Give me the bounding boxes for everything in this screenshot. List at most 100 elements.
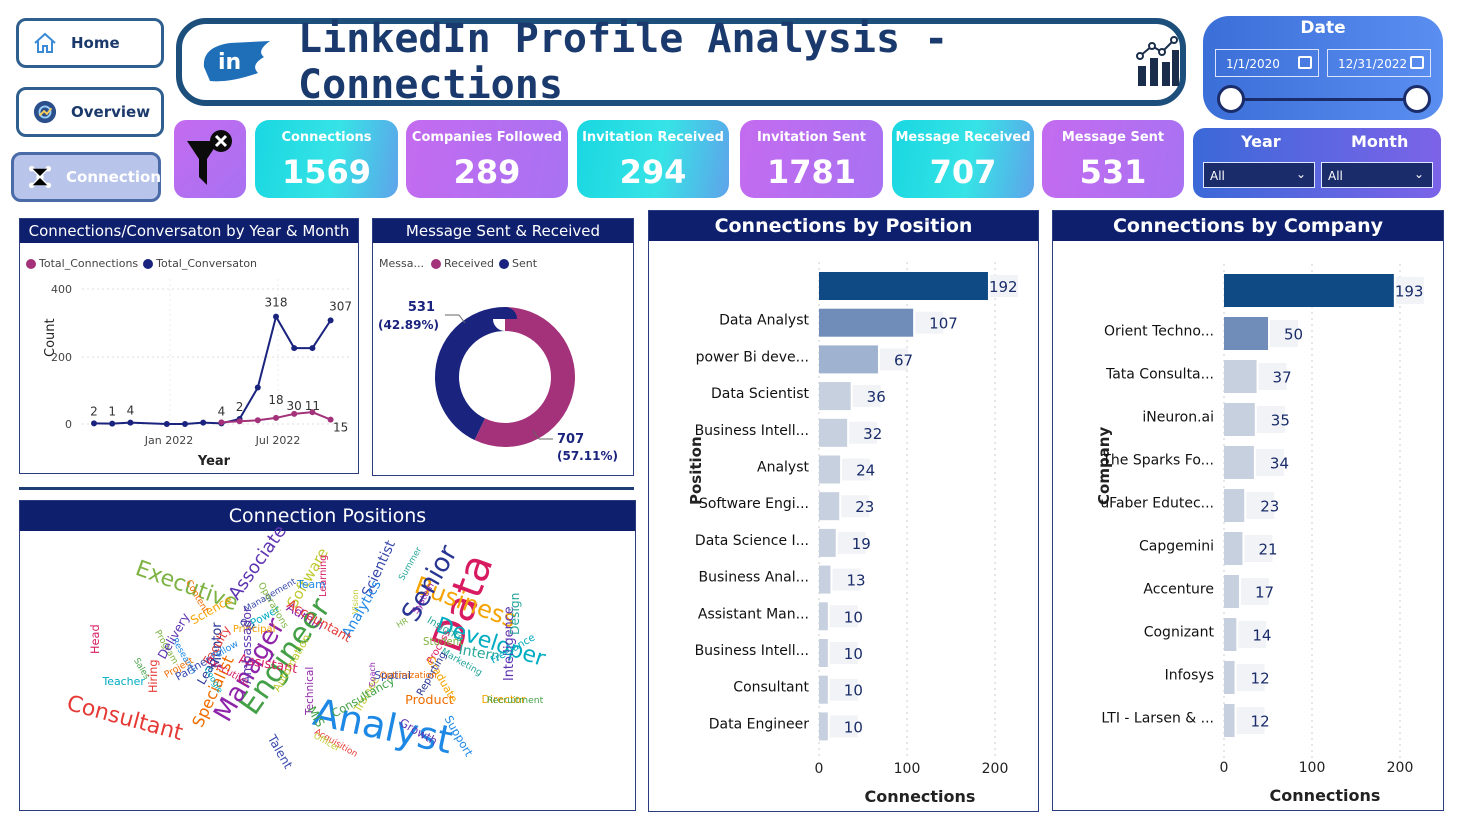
bar <box>819 602 828 631</box>
kpi-card-connections: Connections 1569 <box>255 120 398 198</box>
sent-pct-label: (42.89%) <box>378 318 439 332</box>
bar <box>819 455 841 484</box>
month-dropdown[interactable]: All ⌄ <box>1321 162 1433 188</box>
category-label: Data Science I... <box>695 533 809 549</box>
cloud-word: Vision <box>350 589 361 614</box>
calendar-icon[interactable] <box>1298 56 1312 69</box>
bar <box>1224 274 1394 307</box>
donut-panel: Message Sent & Received Messa... Receive… <box>372 218 634 476</box>
value-label: 12 <box>1251 713 1270 731</box>
point-label: 2 <box>236 400 244 414</box>
year-month-slicer: Year Month All ⌄ All ⌄ <box>1193 128 1441 198</box>
category-label: Data Engineer <box>709 716 809 732</box>
cloud-word: Consultant <box>64 691 186 747</box>
line-chart: Count 400 200 0 Jan 2022 Jul 2022 Year 2… <box>43 279 352 469</box>
point-label: 11 <box>305 399 320 413</box>
clear-filters-button[interactable] <box>174 120 246 198</box>
network-icon <box>28 165 52 189</box>
end-date-input[interactable]: 12/31/2022 <box>1327 49 1431 77</box>
x-tick: Jul 2022 <box>255 434 301 447</box>
start-date-input[interactable]: 1/1/2020 <box>1215 49 1319 77</box>
year-dropdown[interactable]: All ⌄ <box>1203 162 1315 188</box>
overview-button[interactable]: Overview <box>16 87 164 137</box>
value-label: 37 <box>1273 369 1292 387</box>
data-point <box>291 345 298 352</box>
end-date-value: 12/31/2022 <box>1338 57 1408 71</box>
value-label: 10 <box>844 645 863 663</box>
category-label: Data Scientist <box>711 386 810 402</box>
data-point <box>327 317 334 324</box>
value-label: 10 <box>844 718 863 736</box>
cloud-word: Learning <box>317 555 329 598</box>
date-slicer: Date 1/1/2020 12/31/2022 <box>1203 16 1443 120</box>
bar <box>819 345 878 374</box>
date-label: Date <box>1300 18 1346 38</box>
line-chart-panel: Connections/Conversaton by Year & Month … <box>19 218 359 474</box>
kpi-value: 531 <box>1079 153 1147 191</box>
chart-growth-icon <box>1136 36 1180 88</box>
bar <box>819 675 828 704</box>
value-label: 34 <box>1270 455 1289 473</box>
bar <box>819 565 831 594</box>
x-axis-title: Connections <box>865 787 976 806</box>
donut-chart: 531 (42.89%) 707 (57.11%) <box>378 300 618 463</box>
company-bar-chart: Company Connections 0 100 20019350Orient T… <box>1095 264 1424 805</box>
point-label: 2 <box>90 404 98 418</box>
value-label: 12 <box>1251 670 1270 688</box>
received-pct-label: (57.11%) <box>557 449 618 463</box>
category-label: Assistant Man... <box>698 606 809 622</box>
kpi-label: Companies Followed <box>411 130 563 145</box>
value-label: 50 <box>1284 326 1303 344</box>
y-axis-title: Position <box>687 436 705 505</box>
chevron-down-icon: ⌄ <box>1413 167 1424 181</box>
chevron-down-icon: ⌄ <box>1295 167 1306 181</box>
data-point <box>309 345 316 352</box>
point-label: 1 <box>108 405 116 419</box>
cloud-word: Head <box>87 623 102 654</box>
sent-value-label: 531 <box>408 300 435 315</box>
category-label: Business Intell... <box>695 643 809 659</box>
value-label: 10 <box>844 608 863 626</box>
calendar-icon[interactable] <box>1410 56 1424 69</box>
kpi-card-message-sent: Message Sent 531 <box>1042 120 1184 198</box>
year-value: All <box>1210 169 1225 183</box>
word-cloud: Analyst Data Engineer Manager Business Senior… <box>40 521 600 803</box>
point-label: 18 <box>268 393 283 407</box>
home-label: Home <box>71 34 120 52</box>
kpi-value: 289 <box>453 153 521 191</box>
value-label: 192 <box>989 278 1018 296</box>
date-range-start-handle[interactable] <box>1217 85 1245 113</box>
y-tick: 400 <box>51 283 72 296</box>
title-banner: in LinkedIn Profile Analysis - Connectio… <box>176 16 1186 108</box>
data-point <box>109 420 116 427</box>
point-label: 307 <box>329 299 352 313</box>
value-label: 19 <box>852 535 871 553</box>
kpi-label: Message Sent <box>1061 130 1165 145</box>
data-point <box>254 417 261 424</box>
cloud-word: Team <box>297 577 326 591</box>
category-label: The Sparks Fo... <box>1101 453 1214 469</box>
home-icon <box>33 31 57 55</box>
point-label: 318 <box>265 296 288 310</box>
point-label: 15 <box>333 421 348 435</box>
bar <box>1224 403 1255 436</box>
page-title: LinkedIn Profile Analysis - Connections <box>298 16 949 108</box>
data-point <box>273 414 279 421</box>
connection-button[interactable]: Connection <box>11 152 161 202</box>
kpi-label: Message Received <box>895 130 1031 145</box>
bar <box>1224 446 1254 479</box>
position-bar-panel: Connections by Position Position Connect… <box>648 210 1039 812</box>
x-tick: 0 <box>1220 760 1229 776</box>
bar <box>1224 618 1237 651</box>
value-label: 35 <box>1271 412 1290 430</box>
bar <box>1224 317 1268 350</box>
month-value: All <box>1328 169 1343 183</box>
overview-icon <box>33 100 57 124</box>
value-label: 24 <box>856 462 875 480</box>
date-range-end-handle[interactable] <box>1403 85 1431 113</box>
bar <box>1224 489 1245 522</box>
home-button[interactable]: Home <box>16 18 164 68</box>
received-value-label: 707 <box>557 432 584 447</box>
bar <box>1224 532 1243 565</box>
cloud-word: Design <box>507 592 522 636</box>
